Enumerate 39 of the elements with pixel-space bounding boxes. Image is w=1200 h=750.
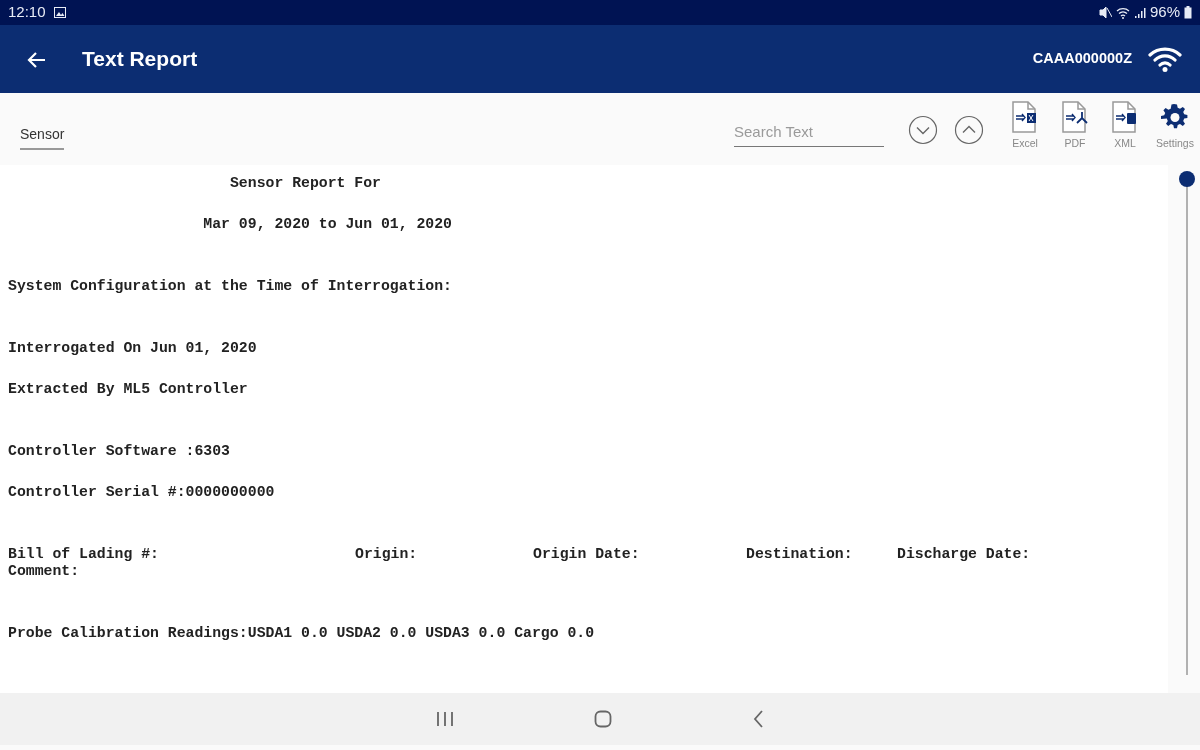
signal-icon: [1133, 6, 1146, 19]
report-field-label: Destination:: [746, 546, 854, 563]
battery-icon: [1184, 6, 1192, 19]
export-button[interactable]: PDF: [1050, 101, 1100, 152]
back-icon[interactable]: [752, 710, 764, 728]
wifi-icon: [1115, 6, 1130, 19]
search-previous-button[interactable]: [954, 115, 984, 145]
image-icon: [53, 7, 66, 18]
search-field[interactable]: Search Text: [734, 119, 884, 147]
report-field-label: Origin Date:: [533, 546, 641, 563]
report-line: Sensor Report For: [229, 175, 381, 191]
chevron-up-icon: [954, 115, 984, 145]
report-line: Controller Software :6303: [8, 443, 230, 459]
chevron-down-icon: [908, 115, 938, 145]
report-line: Probe Calibration Readings:USDA1 0.0 USDA2 0.0 USDA3 0.0 Cargo 0.0: [8, 625, 595, 641]
search-next-button[interactable]: [908, 115, 938, 145]
export-button[interactable]: XML: [1100, 101, 1150, 152]
report-line: Extracted By ML5 Controller: [8, 381, 248, 397]
mute-icon: [1098, 6, 1112, 19]
page-title: Text Report: [82, 46, 198, 73]
wifi-icon: [1148, 46, 1182, 72]
status-time: 12:10: [8, 2, 46, 23]
settings-button[interactable]: Settings: [1150, 101, 1200, 152]
document-export-icon: [1060, 101, 1090, 133]
report-line: System Configuration at the Time of Interrogation:: [8, 278, 452, 294]
recent-apps-icon[interactable]: [436, 711, 454, 727]
report-line: Mar 09, 2020 to Jun 01, 2020: [202, 216, 452, 232]
export-button[interactable]: Excel: [1000, 101, 1050, 152]
report-line: Controller Serial #:0000000000: [8, 484, 275, 500]
back-arrow-icon: [26, 50, 46, 69]
sensor-tab[interactable]: Sensor: [20, 123, 65, 150]
report-field-label: Bill of Lading #:: [8, 546, 160, 563]
report-field-label: Discharge Date:: [897, 546, 1031, 563]
report-line: Comment:: [8, 563, 80, 579]
report-field-label: Origin:: [355, 546, 419, 563]
home-icon[interactable]: [594, 710, 612, 728]
device-id: CAAA000000Z: [1032, 49, 1132, 69]
report-line: Interrogated On Jun 01, 2020: [8, 340, 257, 356]
battery-level: 96%: [1149, 2, 1180, 23]
